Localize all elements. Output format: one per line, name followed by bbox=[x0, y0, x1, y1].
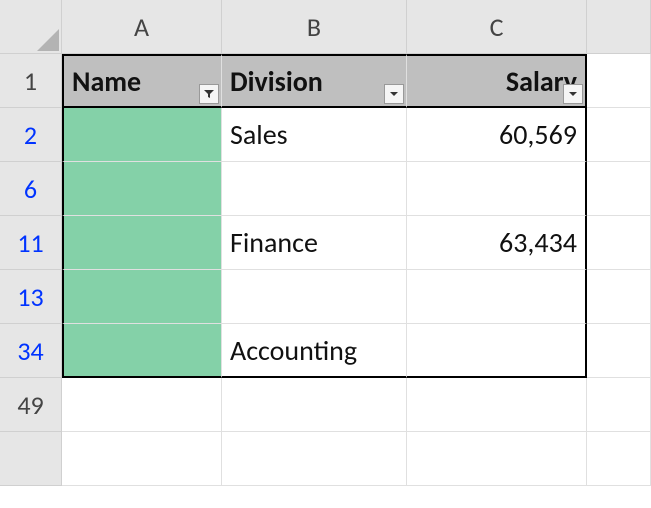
spreadsheet-grid[interactable]: A B C 1 Name Division Salary 2 Sales 60,… bbox=[0, 0, 651, 486]
cell-salary[interactable]: 63,434 bbox=[407, 216, 587, 270]
cell-empty[interactable] bbox=[62, 378, 222, 432]
header-name-label: Name bbox=[72, 64, 141, 99]
cell-division[interactable]: Accounting bbox=[222, 324, 407, 378]
cell-salary[interactable] bbox=[407, 324, 587, 378]
funnel-icon bbox=[203, 88, 215, 100]
row-header[interactable]: 13 bbox=[0, 270, 62, 324]
cell-name[interactable] bbox=[62, 216, 222, 270]
row-header[interactable]: 2 bbox=[0, 108, 62, 162]
cell-salary[interactable] bbox=[407, 162, 587, 216]
cell-empty[interactable] bbox=[407, 432, 587, 486]
filter-button-salary[interactable] bbox=[563, 84, 583, 104]
col-header-C[interactable]: C bbox=[407, 0, 587, 54]
header-salary[interactable]: Salary bbox=[407, 54, 587, 108]
cell-empty[interactable] bbox=[587, 54, 651, 108]
cell-division[interactable] bbox=[222, 270, 407, 324]
row-header[interactable]: 6 bbox=[0, 162, 62, 216]
cell-empty[interactable] bbox=[587, 162, 651, 216]
row-header[interactable]: 11 bbox=[0, 216, 62, 270]
cell-empty[interactable] bbox=[62, 432, 222, 486]
cell-name[interactable] bbox=[62, 162, 222, 216]
cell-salary[interactable] bbox=[407, 270, 587, 324]
cell-name[interactable] bbox=[62, 270, 222, 324]
cell-division[interactable]: Sales bbox=[222, 108, 407, 162]
header-name[interactable]: Name bbox=[62, 54, 222, 108]
col-header-D[interactable] bbox=[587, 0, 651, 54]
cell-empty[interactable] bbox=[587, 378, 651, 432]
header-division[interactable]: Division bbox=[222, 54, 407, 108]
cell-division[interactable]: Finance bbox=[222, 216, 407, 270]
cell-empty[interactable] bbox=[587, 432, 651, 486]
cell-salary[interactable]: 60,569 bbox=[407, 108, 587, 162]
cell-empty[interactable] bbox=[587, 270, 651, 324]
col-header-B[interactable]: B bbox=[222, 0, 407, 54]
cell-empty[interactable] bbox=[407, 378, 587, 432]
header-division-label: Division bbox=[230, 64, 323, 99]
row-header[interactable]: 49 bbox=[0, 378, 62, 432]
cell-empty[interactable] bbox=[222, 432, 407, 486]
chevron-down-icon bbox=[567, 88, 579, 100]
row-header[interactable] bbox=[0, 432, 62, 486]
cell-name[interactable] bbox=[62, 324, 222, 378]
col-header-A[interactable]: A bbox=[62, 0, 222, 54]
cell-name[interactable] bbox=[62, 108, 222, 162]
cell-empty[interactable] bbox=[587, 216, 651, 270]
cell-empty[interactable] bbox=[587, 108, 651, 162]
chevron-down-icon bbox=[388, 88, 400, 100]
filter-button-division[interactable] bbox=[384, 84, 404, 104]
cell-empty[interactable] bbox=[222, 378, 407, 432]
row-header[interactable]: 34 bbox=[0, 324, 62, 378]
row-header[interactable]: 1 bbox=[0, 54, 62, 108]
cell-division[interactable] bbox=[222, 162, 407, 216]
filter-button-name[interactable] bbox=[199, 84, 219, 104]
cell-empty[interactable] bbox=[587, 324, 651, 378]
select-all-corner[interactable] bbox=[0, 0, 62, 54]
